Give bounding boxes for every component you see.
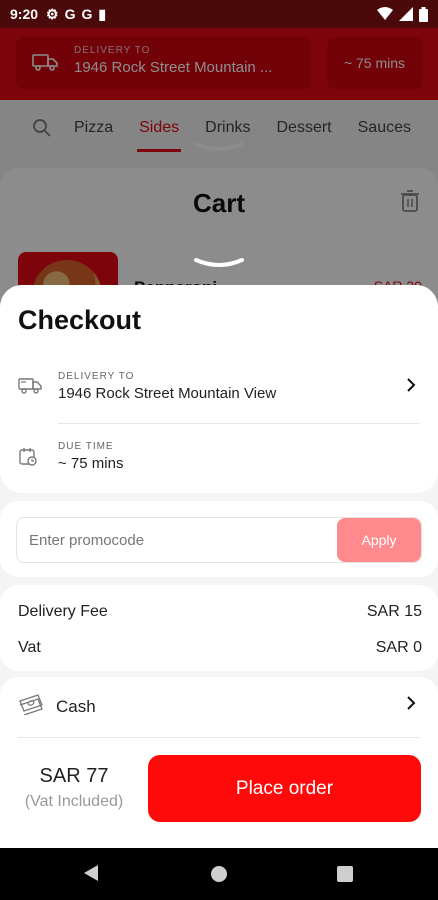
row-divider: [58, 423, 420, 424]
bottom-divider: [18, 737, 420, 738]
chevron-right-icon: [407, 696, 416, 710]
wifi-icon: [377, 7, 393, 20]
status-time: 9:20: [10, 6, 39, 22]
back-icon[interactable]: [84, 865, 98, 881]
system-nav-bar: [0, 848, 438, 900]
apply-promo-button[interactable]: Apply: [337, 518, 421, 562]
google-icon: G: [81, 6, 93, 22]
due-time-label: DUE TIME: [58, 441, 114, 452]
place-order-button[interactable]: Place order: [148, 755, 421, 822]
payment-method-row[interactable]: Cash: [0, 677, 438, 737]
promo-card: Apply: [0, 501, 438, 577]
due-time-text: DUE TIME ~ 75 mins: [58, 441, 123, 472]
due-time-value: ~ 75 mins: [58, 455, 124, 472]
total-amount: SAR 77: [39, 765, 109, 787]
delivery-label: DELIVERY TO: [58, 371, 135, 382]
vat-row: Vat SAR 0: [18, 639, 422, 659]
chevron-right-icon: [407, 378, 416, 392]
battery-icon: [419, 6, 428, 22]
signal-icon: [399, 7, 413, 21]
vat-label: Vat: [18, 639, 41, 656]
calendar-clock-icon: [19, 448, 37, 466]
delivery-address: 1946 Rock Street Mountain View: [58, 385, 277, 402]
recent-apps-icon[interactable]: [337, 866, 353, 882]
delivery-truck-icon: [18, 378, 42, 394]
fees-card: Delivery Fee SAR 15 Vat SAR 0: [0, 585, 438, 671]
delivery-fee-value: SAR 15: [366, 603, 422, 620]
vat-included-note: (Vat Included): [24, 793, 124, 810]
delivery-address-text: DELIVERY TO 1946 Rock Street Mountain Vi…: [58, 371, 276, 402]
vat-value: SAR 0: [375, 639, 422, 656]
gear-icon: ⚙: [46, 5, 59, 22]
checkout-info-card: Checkout DELIVERY TO 1946 Rock Street Mo…: [0, 285, 438, 493]
status-bar: 9:20 ⚙ G G ▮: [0, 0, 438, 28]
home-icon[interactable]: [211, 866, 227, 882]
due-time-row: DUE TIME ~ 75 mins: [0, 433, 438, 483]
checkout-title: Checkout: [18, 305, 142, 335]
sheet-drag-handle-icon[interactable]: [194, 258, 244, 268]
order-summary-bar: SAR 77 (Vat Included) Place order: [0, 737, 438, 848]
delivery-fee-label: Delivery Fee: [18, 603, 108, 620]
delivery-fee-row: Delivery Fee SAR 15: [18, 603, 422, 623]
promo-box: Apply: [16, 517, 422, 563]
payment-method-label: Cash: [56, 697, 96, 716]
google-icon: G: [64, 6, 76, 22]
promo-code-input[interactable]: [29, 518, 329, 562]
checkout-sheet: Checkout DELIVERY TO 1946 Rock Street Mo…: [0, 285, 438, 848]
sd-card-icon: ▮: [98, 5, 107, 22]
cash-icon: [19, 694, 43, 715]
delivery-address-row[interactable]: DELIVERY TO 1946 Rock Street Mountain Vi…: [0, 363, 438, 423]
